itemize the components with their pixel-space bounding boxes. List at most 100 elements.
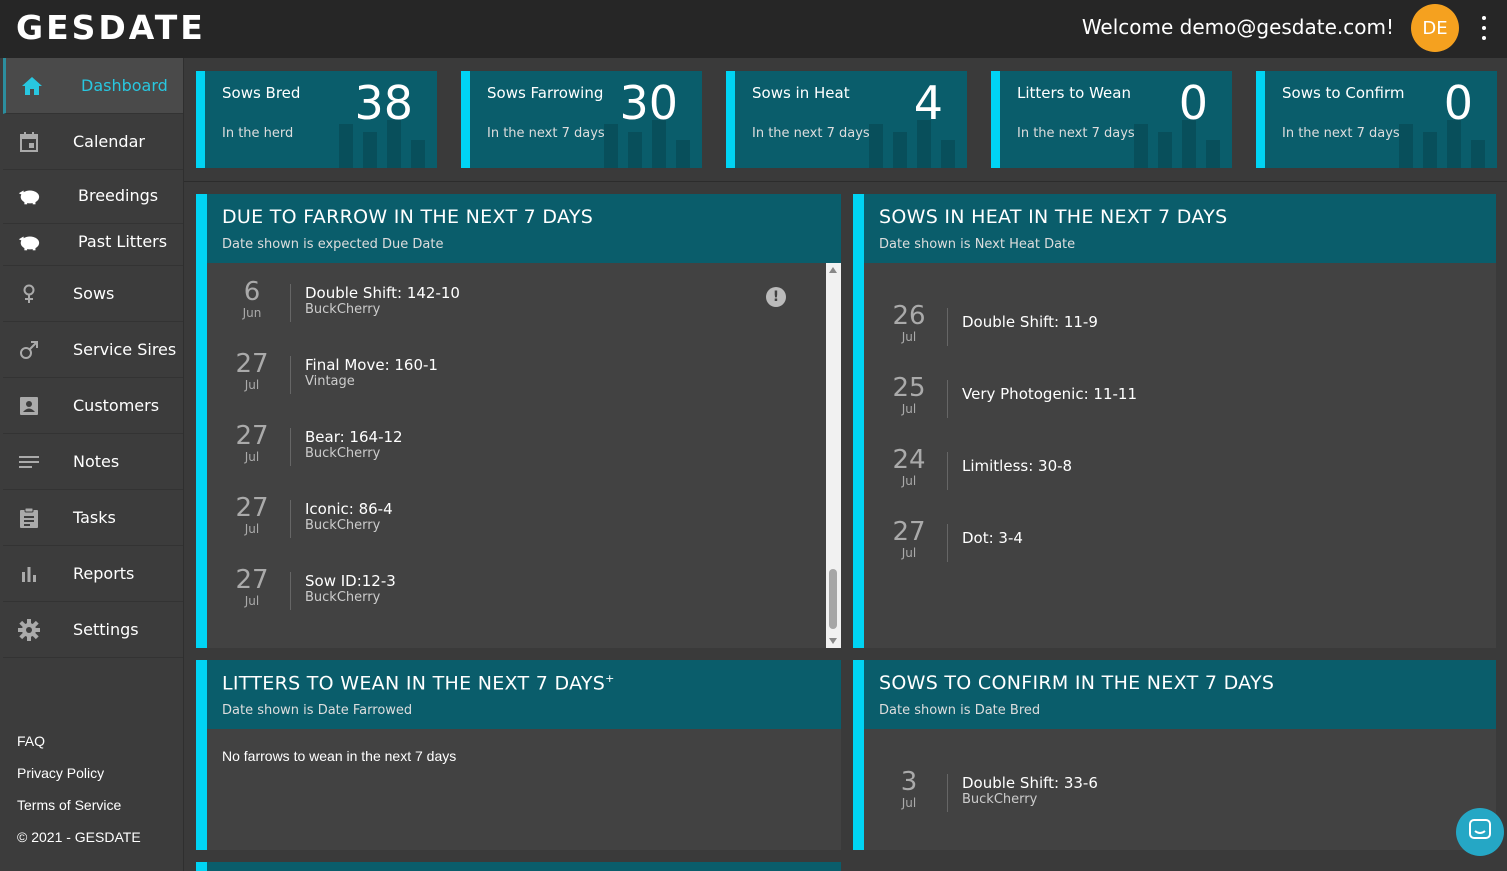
date-month: Jul (901, 402, 917, 416)
panel-header: DUE TO FARROW IN THE NEXT 7 DAYS Date sh… (207, 194, 841, 263)
row-divider (290, 500, 291, 538)
date-day: 3 (900, 767, 918, 797)
sows-in-heat-panel: SOWS IN HEAT IN THE NEXT 7 DAYS Date sho… (853, 194, 1496, 648)
stat-subtitle: In the next 7 days (1017, 126, 1135, 141)
stat-title: Litters to Wean (1017, 84, 1131, 102)
row-divider (290, 428, 291, 466)
stat-card-litters-to-wean[interactable]: Litters to Wean In the next 7 days 0 (991, 71, 1232, 168)
app-logo[interactable]: GESDATE (16, 8, 206, 47)
stat-value: 4 (913, 76, 943, 130)
row-divider (947, 774, 948, 812)
sidebar-item-label: Reports (73, 564, 135, 583)
date-day: 27 (235, 565, 269, 595)
date-month: Jul (901, 474, 917, 488)
date-day: 27 (892, 517, 926, 547)
stat-value: 0 (1443, 76, 1473, 130)
info-icon[interactable]: ! (766, 287, 786, 307)
panel-header: LITTERS TO WEAN IN THE NEXT 7 DAYS+ Date… (207, 660, 841, 729)
sidebar: Dashboard Calendar Breedings Past Litter… (0, 58, 184, 871)
clipboard-icon (17, 506, 41, 530)
row-divider (290, 284, 291, 322)
next-panel-header (196, 862, 841, 871)
date-month: Jul (244, 594, 260, 608)
gear-icon (17, 618, 41, 642)
privacy-policy-link[interactable]: Privacy Policy (17, 765, 141, 797)
scroll-down-arrow-icon[interactable] (829, 638, 837, 644)
farm-name: BuckCherry (305, 518, 381, 533)
sidebar-item-breedings[interactable]: Breedings (3, 168, 183, 224)
female-icon (17, 282, 41, 306)
date-month: Jun (242, 306, 262, 320)
welcome-text: Welcome demo@gesdate.com! (1081, 15, 1394, 39)
stat-value: 30 (619, 76, 678, 130)
chat-icon (1468, 818, 1492, 846)
faq-link[interactable]: FAQ (17, 733, 141, 765)
sidebar-item-tasks[interactable]: Tasks (3, 490, 183, 546)
male-icon (17, 338, 41, 362)
stat-card-sows-to-confirm[interactable]: Sows to Confirm In the next 7 days 0 (1256, 71, 1497, 168)
sidebar-item-settings[interactable]: Settings (3, 602, 183, 658)
divider (184, 181, 1507, 182)
panel-subtitle: Date shown is Next Heat Date (879, 237, 1076, 252)
stat-title: Sows to Confirm (1282, 84, 1405, 102)
stat-card-sows-farrowing[interactable]: Sows Farrowing In the next 7 days 30 (461, 71, 702, 168)
farm-name: Vintage (305, 374, 355, 389)
sow-name: Dot: 3-4 (962, 529, 1023, 547)
row-divider (947, 452, 948, 490)
stat-subtitle: In the herd (222, 126, 294, 141)
stat-card-sows-in-heat[interactable]: Sows in Heat In the next 7 days 4 (726, 71, 967, 168)
sow-name: Double Shift: 142-10 (305, 284, 460, 302)
avatar[interactable]: DE (1411, 4, 1459, 52)
panel-subtitle: Date shown is Date Bred (879, 703, 1041, 718)
more-menu-icon[interactable] (1474, 16, 1494, 40)
top-bar: GESDATE Welcome demo@gesdate.com! DE (0, 0, 1507, 58)
date-month: Jul (244, 450, 260, 464)
farm-name: BuckCherry (305, 302, 381, 317)
sidebar-item-dashboard[interactable]: Dashboard (3, 58, 183, 114)
sidebar-item-notes[interactable]: Notes (3, 434, 183, 490)
sow-name: Limitless: 30-8 (962, 457, 1073, 475)
sidebar-item-label: Tasks (73, 508, 116, 527)
date-day: 26 (892, 301, 926, 331)
panel-title-text: LITTERS TO WEAN IN THE NEXT 7 DAYS (222, 672, 606, 695)
date-day: 6 (243, 277, 261, 307)
sidebar-item-service-sires[interactable]: Service Sires (3, 322, 183, 378)
scroll-up-arrow-icon[interactable] (829, 267, 837, 273)
stat-subtitle: In the next 7 days (1282, 126, 1400, 141)
row-divider (290, 356, 291, 394)
terms-of-service-link[interactable]: Terms of Service (17, 797, 141, 829)
scrollbar-thumb[interactable] (829, 569, 837, 629)
sidebar-item-label: Past Litters (78, 232, 168, 251)
chat-widget-button[interactable] (1456, 808, 1504, 856)
date-day: 27 (235, 349, 269, 379)
sidebar-item-reports[interactable]: Reports (3, 546, 183, 602)
sidebar-item-label: Calendar (73, 132, 145, 151)
farm-name: BuckCherry (962, 792, 1038, 807)
date-month: Jul (244, 522, 260, 536)
due-to-farrow-panel: DUE TO FARROW IN THE NEXT 7 DAYS Date sh… (196, 194, 841, 648)
date-day: 27 (235, 421, 269, 451)
home-icon (20, 74, 44, 98)
scrollbar[interactable] (826, 263, 841, 648)
sows-to-confirm-panel: SOWS TO CONFIRM IN THE NEXT 7 DAYS Date … (853, 660, 1496, 850)
date-month: Jul (244, 378, 260, 392)
contact-icon (17, 394, 41, 418)
farm-name: BuckCherry (305, 590, 381, 605)
sow-name: Iconic: 86-4 (305, 500, 393, 518)
panel-header: SOWS IN HEAT IN THE NEXT 7 DAYS Date sho… (864, 194, 1496, 263)
stat-value: 38 (354, 76, 413, 130)
stat-card-sows-bred[interactable]: Sows Bred In the herd 38 (196, 71, 437, 168)
sidebar-item-customers[interactable]: Customers (3, 378, 183, 434)
sidebar-item-label: Sows (73, 284, 115, 303)
sidebar-item-label: Breedings (78, 186, 159, 205)
sidebar-item-past-litters[interactable]: Past Litters (3, 218, 183, 266)
pig-icon (17, 230, 41, 254)
sidebar-item-sows[interactable]: Sows (3, 266, 183, 322)
sidebar-item-calendar[interactable]: Calendar (3, 114, 183, 170)
date-day: 25 (892, 373, 926, 403)
copyright-text: © 2021 - GESDATE (17, 829, 141, 845)
sow-name: Double Shift: 11-9 (962, 313, 1098, 331)
sow-name: Bear: 164-12 (305, 428, 403, 446)
panel-title: SOWS TO CONFIRM IN THE NEXT 7 DAYS (879, 672, 1275, 694)
date-month: Jul (901, 330, 917, 344)
